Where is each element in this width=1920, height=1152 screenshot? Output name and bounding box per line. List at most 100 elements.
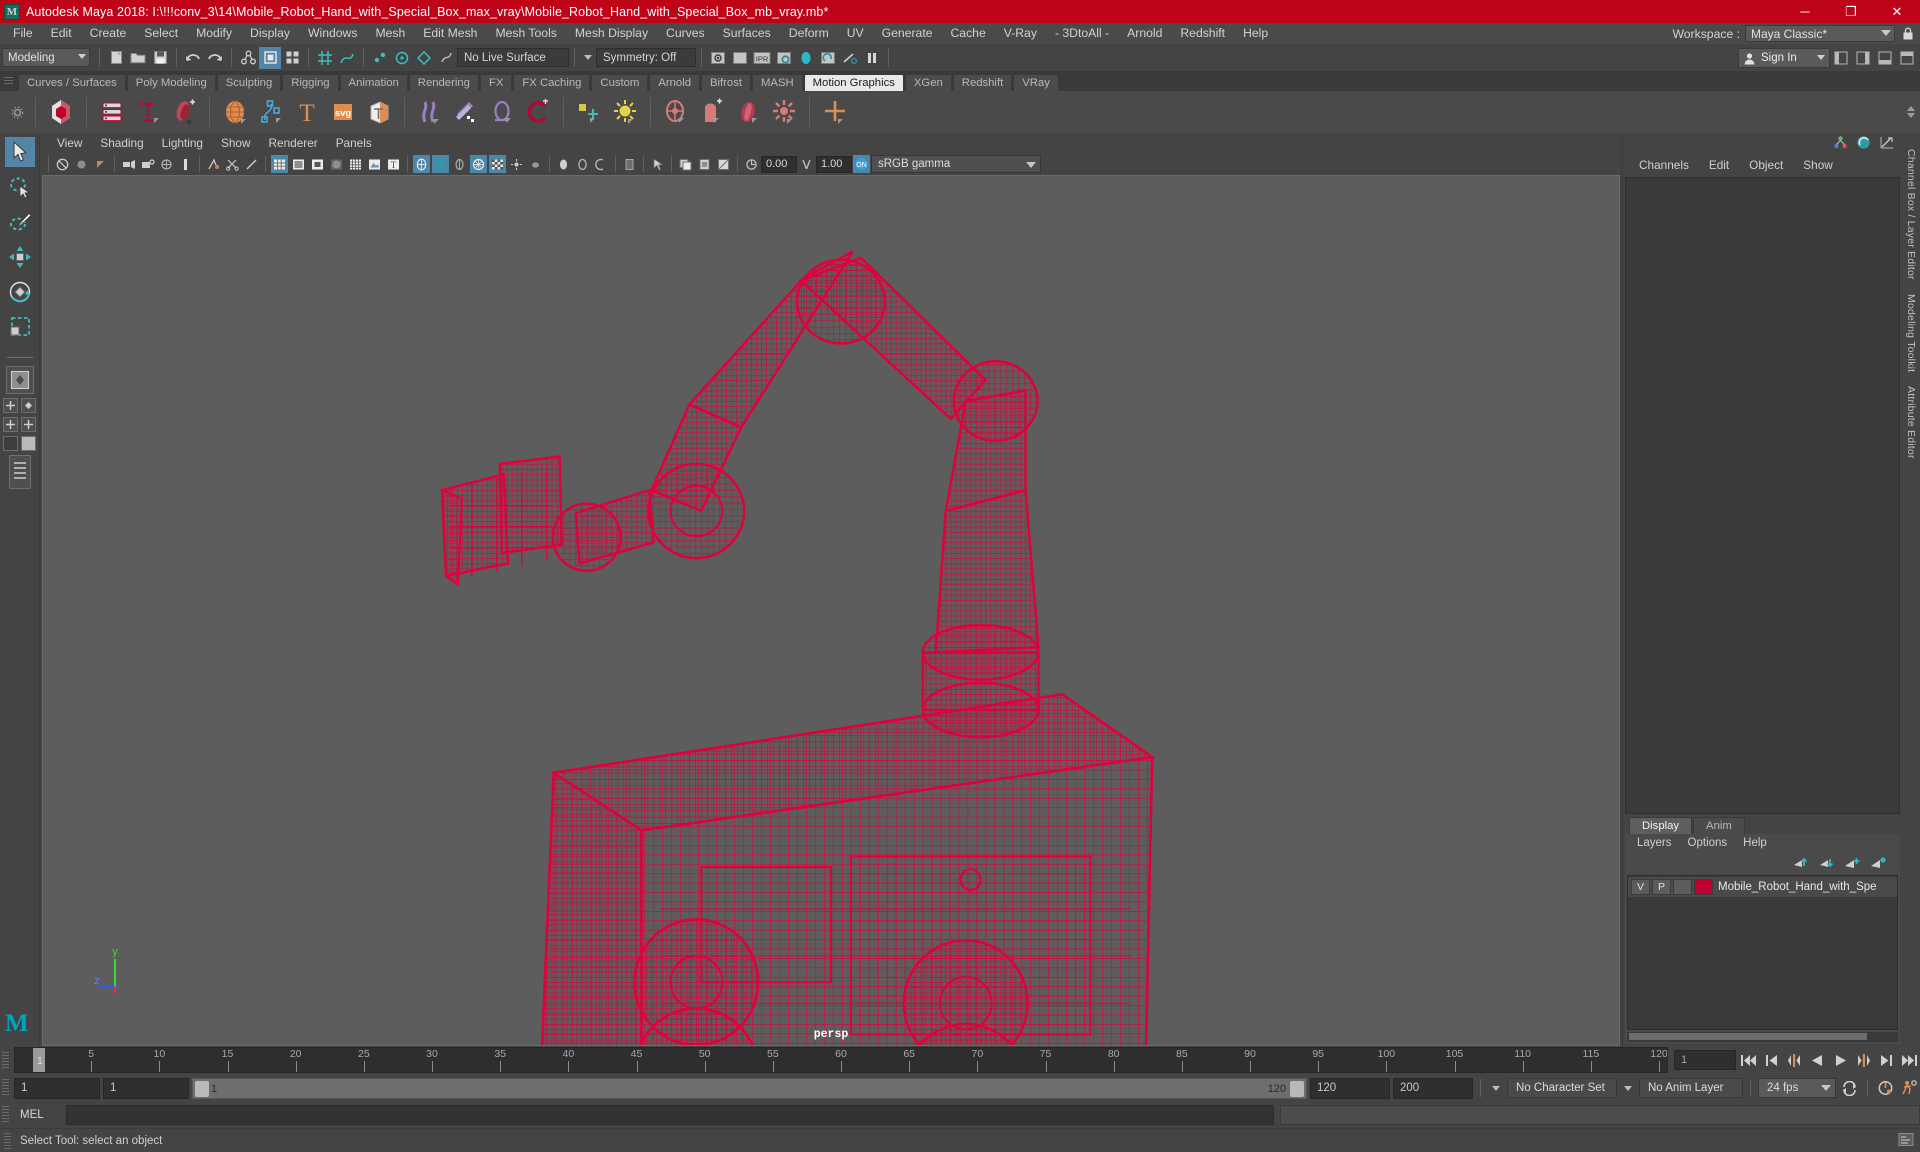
mash-cross-icon[interactable] bbox=[820, 96, 850, 128]
open-scene-button[interactable] bbox=[127, 47, 149, 69]
shelf-scroll-up-icon[interactable] bbox=[1907, 106, 1915, 111]
auto-keyframe-icon[interactable] bbox=[1875, 1078, 1896, 1099]
shelf-tab-rigging[interactable]: Rigging bbox=[282, 74, 338, 91]
channelbox-menu-channels[interactable]: Channels bbox=[1629, 155, 1699, 176]
menu-set-dropdown[interactable]: Modeling bbox=[2, 48, 90, 67]
camera-attributes-icon[interactable] bbox=[92, 155, 109, 173]
menu-deform[interactable]: Deform bbox=[780, 23, 838, 44]
attribute-editor-icon[interactable] bbox=[1856, 135, 1871, 153]
viewport-menu-renderer[interactable]: Renderer bbox=[260, 133, 327, 153]
select-by-component-type-button[interactable] bbox=[281, 47, 303, 69]
exposure-icon[interactable] bbox=[743, 155, 760, 173]
layer-options-menu[interactable]: Options bbox=[1680, 834, 1736, 853]
render-view-button[interactable] bbox=[707, 47, 729, 69]
color-transform-dropdown[interactable]: sRGB gamma bbox=[871, 155, 1041, 173]
shelf-tab-motion-graphics[interactable]: Motion Graphics bbox=[804, 74, 904, 91]
mash-trails-icon[interactable] bbox=[169, 96, 199, 128]
chevron-down-icon[interactable] bbox=[584, 55, 592, 60]
snap-to-projected-center-button[interactable] bbox=[391, 47, 413, 69]
single-perspective-layout-button[interactable] bbox=[6, 366, 34, 394]
sidebar-toggle-1[interactable] bbox=[1830, 47, 1852, 69]
depth-of-field-icon[interactable] bbox=[527, 155, 544, 173]
hypergraph-layout-button[interactable] bbox=[3, 436, 18, 451]
graph-editor-icon[interactable] bbox=[1879, 135, 1894, 153]
copy-render-icon[interactable] bbox=[677, 155, 694, 173]
menu-mesh-tools[interactable]: Mesh Tools bbox=[486, 23, 565, 44]
list-layout-button[interactable] bbox=[9, 455, 31, 489]
move-tool-button[interactable] bbox=[5, 242, 35, 272]
layers-menu[interactable]: Layers bbox=[1629, 834, 1680, 853]
compare-render-icon[interactable] bbox=[715, 155, 732, 173]
layer-list[interactable]: V P Mobile_Robot_Hand_with_Spe bbox=[1627, 875, 1898, 1030]
menu-arnold[interactable]: Arnold bbox=[1118, 23, 1171, 44]
menu-surfaces[interactable]: Surfaces bbox=[714, 23, 780, 44]
mash-3dtype-icon[interactable] bbox=[364, 96, 394, 128]
four-view-layout-button[interactable] bbox=[3, 398, 18, 413]
channelbox-menu-show[interactable]: Show bbox=[1793, 155, 1843, 176]
display-textures-icon[interactable] bbox=[366, 155, 383, 173]
layer-list-scrollbar[interactable] bbox=[1627, 1032, 1898, 1042]
command-line-grip[interactable] bbox=[2, 1106, 9, 1122]
xray-joints-icon[interactable] bbox=[593, 155, 610, 173]
render-view-toggle-button[interactable] bbox=[817, 47, 839, 69]
time-slider[interactable]: 1 51015202530354045505560657075808590951… bbox=[14, 1047, 1668, 1073]
mash-egg-icon[interactable] bbox=[733, 96, 763, 128]
redo-button[interactable] bbox=[204, 47, 226, 69]
current-frame-field[interactable]: 1 bbox=[1674, 1050, 1736, 1070]
help-line-grip[interactable] bbox=[4, 1133, 11, 1149]
vtab-channel-box-layer-editor[interactable]: Channel Box / Layer Editor bbox=[1905, 149, 1917, 280]
save-scene-button[interactable] bbox=[149, 47, 171, 69]
shaded-wireframe-icon[interactable] bbox=[328, 155, 345, 173]
command-output-field[interactable] bbox=[1280, 1105, 1920, 1125]
snap-to-grid-button[interactable] bbox=[314, 47, 336, 69]
mash-text-icon[interactable] bbox=[133, 96, 163, 128]
paste-render-icon[interactable] bbox=[696, 155, 713, 173]
scissor-icon[interactable] bbox=[224, 155, 241, 173]
wireframe-shading-icon[interactable] bbox=[271, 155, 288, 173]
shelf-tab-curves-surfaces[interactable]: Curves / Surfaces bbox=[18, 74, 126, 91]
isolate-select-icon[interactable] bbox=[555, 155, 572, 173]
range-start-handle[interactable] bbox=[195, 1081, 209, 1097]
go-to-end-icon[interactable] bbox=[1899, 1050, 1920, 1071]
layer-visibility-toggle[interactable]: V bbox=[1631, 879, 1650, 895]
rotate-tool-button[interactable] bbox=[5, 277, 35, 307]
new-layer-from-selected-icon[interactable] bbox=[1870, 856, 1886, 873]
exposure-reset-icon[interactable] bbox=[621, 155, 638, 173]
menu-generate[interactable]: Generate bbox=[873, 23, 942, 44]
two-d-pan-zoom-icon[interactable] bbox=[158, 155, 175, 173]
play-forwards-icon[interactable] bbox=[1830, 1050, 1851, 1071]
viewport-snapshot-icon[interactable] bbox=[649, 155, 666, 173]
sign-in-button[interactable]: Sign In bbox=[1738, 48, 1830, 68]
animation-preferences-icon[interactable] bbox=[1899, 1078, 1920, 1099]
motion-blur-icon[interactable] bbox=[508, 155, 525, 173]
menu-display[interactable]: Display bbox=[241, 23, 299, 44]
lasso-select-tool-button[interactable] bbox=[5, 172, 35, 202]
sidebar-toggle-2[interactable] bbox=[1852, 47, 1874, 69]
menu-cache[interactable]: Cache bbox=[942, 23, 995, 44]
menu-windows[interactable]: Windows bbox=[299, 23, 366, 44]
shelf-tab-redshift[interactable]: Redshift bbox=[953, 74, 1012, 91]
time-slider-grip[interactable] bbox=[2, 1052, 9, 1069]
menu-3dtoall[interactable]: - 3DtoAll - bbox=[1046, 23, 1118, 44]
layer-playback-toggle[interactable]: P bbox=[1652, 879, 1671, 895]
animation-start-time-field[interactable]: 1 bbox=[14, 1078, 100, 1099]
layer-list-item[interactable]: V P Mobile_Robot_Hand_with_Spe bbox=[1628, 877, 1897, 897]
shelf-grip-handle[interactable] bbox=[4, 77, 13, 86]
mash-placer-icon[interactable] bbox=[574, 96, 604, 128]
channelbox-menu-object[interactable]: Object bbox=[1739, 155, 1793, 176]
image-plane-icon[interactable] bbox=[139, 155, 156, 173]
symmetry-field[interactable]: Symmetry: Off bbox=[596, 48, 696, 67]
character-set-chevron-icon[interactable] bbox=[1492, 1086, 1500, 1091]
scale-tool-button[interactable] bbox=[5, 312, 35, 342]
exposure-value-field[interactable]: 0.00 bbox=[761, 156, 797, 173]
mash-svg-icon[interactable]: svg bbox=[328, 96, 358, 128]
menu-uv[interactable]: UV bbox=[838, 23, 873, 44]
menu-mesh[interactable]: Mesh bbox=[366, 23, 414, 44]
mash-light-icon[interactable] bbox=[610, 96, 640, 128]
mash-sphere-icon[interactable] bbox=[220, 96, 250, 128]
viewport-menu-show[interactable]: Show bbox=[212, 133, 260, 153]
range-slider-grip[interactable] bbox=[2, 1079, 9, 1096]
move-layer-down-icon[interactable] bbox=[1818, 856, 1834, 873]
loop-playback-icon[interactable] bbox=[1839, 1078, 1860, 1099]
shelf-tab-xgen[interactable]: XGen bbox=[905, 74, 952, 91]
